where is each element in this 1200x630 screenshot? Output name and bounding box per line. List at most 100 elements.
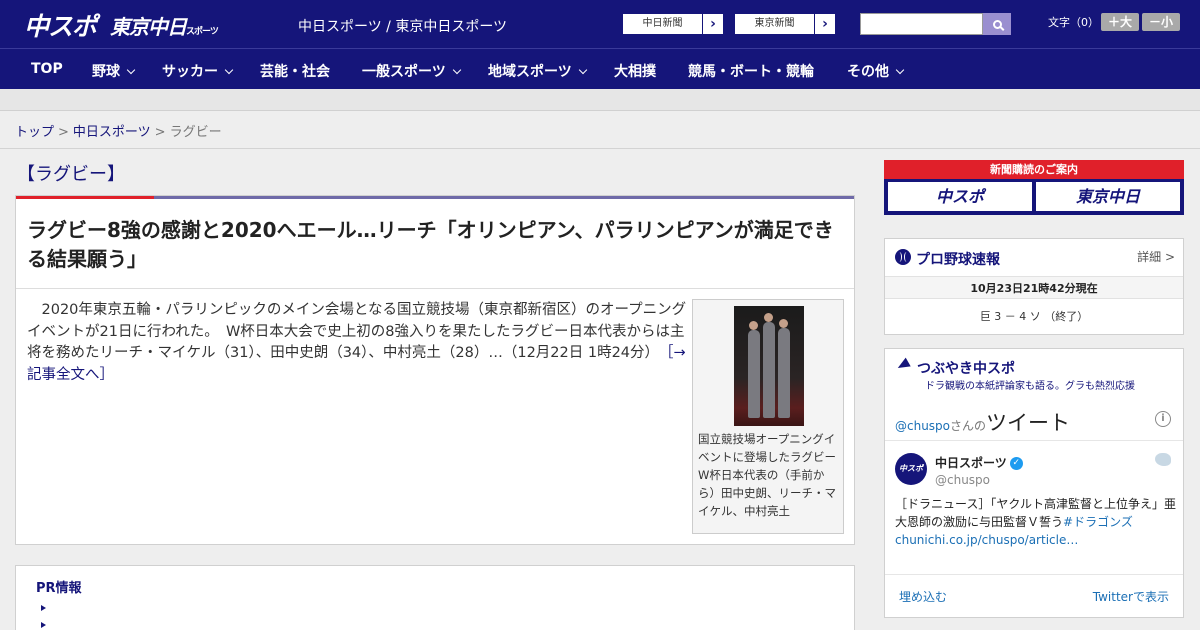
article-title: ラグビー8強の感謝と2020へエール…リーチ「オリンピアン、パラリンピアンが満足… (27, 218, 834, 271)
breadcrumb-separator: > (154, 125, 166, 140)
article-box: ラグビー8強の感謝と2020へエール…リーチ「オリンピアン、パラリンピアンが満足… (15, 195, 855, 545)
twitter-handle-link[interactable]: @chuspo (895, 419, 950, 433)
chunichi-shimbun-button[interactable]: 中日新聞 › (622, 13, 724, 35)
tokyo-shimbun-label: 東京新聞 (735, 14, 815, 34)
breadcrumb: トップ > 中日スポーツ > ラグビー (15, 121, 222, 140)
subscription-banner-title: 新聞購読のご案内 (884, 160, 1184, 179)
baseball-icon (895, 249, 911, 265)
embed-link[interactable]: 埋め込む (899, 588, 947, 605)
photo-box: 国立競技場オープニングイベントに登場したラグビーW杯日本代表の（手前から）田中史… (692, 299, 844, 534)
nav-label: サッカー (162, 64, 218, 80)
photo-figure (763, 313, 775, 418)
font-size-label: 文字（0） (1048, 16, 1099, 29)
photo-caption: 国立競技場オープニングイベントに登場したラグビーW杯日本代表の（手前から）田中史… (698, 432, 836, 518)
chevron-down-icon (224, 65, 234, 75)
tweet-hashtag[interactable]: #ドラゴンズ (1063, 515, 1133, 529)
font-smaller-button[interactable]: －小 (1142, 13, 1180, 31)
baseball-live-box: プロ野球速報 詳細 > 10月23日21時42分現在 巨 3 － 4 ソ （終了… (884, 238, 1184, 335)
chevron-down-icon (578, 65, 587, 75)
nav-label: TOP (31, 61, 63, 77)
verified-icon: ✓ (1009, 457, 1023, 470)
breadcrumb-chunichi-sports[interactable]: 中日スポーツ (73, 125, 151, 140)
baseball-heading: プロ野球速報 (916, 252, 1000, 268)
twitter-embed-header: @chuspoさんのツイート i (885, 399, 1183, 441)
chevron-right-icon: › (710, 16, 716, 32)
tweets-heading: つぶやき中スポ (917, 361, 1015, 377)
baseball-detail-link[interactable]: 詳細 > (1137, 248, 1175, 265)
baseball-update-time: 10月23日21時42分現在 (885, 276, 1183, 299)
breadcrumb-bar: トップ > 中日スポーツ > ラグビー (0, 111, 1200, 149)
site-header: 中スポ 東京中日スポーツ 中日スポーツ / 東京中日スポーツ 中日新聞 › 東京… (0, 0, 1200, 48)
nav-label: 芸能・社会 (260, 64, 330, 80)
font-bigger-button[interactable]: ＋大 (1101, 13, 1139, 31)
nav-label: 一般スポーツ (362, 64, 446, 80)
tokyo-logo-small: スポーツ (186, 27, 219, 37)
article-photo[interactable] (734, 306, 804, 426)
twitter-embed-footer: 埋め込む Twitterで表示 (885, 574, 1183, 616)
twitter-handle-suffix: さんの (950, 419, 987, 433)
tweets-box: つぶやき中スポ ドラ観戦の本紙評論家も語る。グラも熱烈応援 @chuspoさんの… (884, 348, 1184, 618)
tweet-author-name[interactable]: 中日スポーツ ✓ (935, 454, 1023, 471)
subscription-tokyo-chunichi[interactable]: 東京中日 (1036, 182, 1180, 211)
tweet-body: ［ドラニュース］「ヤクルト高津監督と上位争え」亜大恩師の激励に与田監督Ｖ誓う (895, 497, 1177, 529)
photo-figure (748, 321, 760, 418)
pr-bullet-icon (41, 605, 46, 611)
search-input[interactable] (860, 13, 983, 35)
tokyo-chunichi-logo[interactable]: 東京中日スポーツ (110, 11, 219, 40)
tweets-subheading: ドラ観戦の本紙評論家も語る。グラも熱烈応援 (925, 381, 1135, 392)
tweet-author-user[interactable]: @chuspo (935, 473, 990, 487)
twitter-bird-icon[interactable] (1155, 453, 1171, 466)
breadcrumb-top[interactable]: トップ (15, 125, 54, 140)
title-rule-accent (16, 196, 154, 199)
nav-item-racing[interactable]: 競馬・ボート・競輪 (688, 61, 814, 81)
tweet-text: ［ドラニュース］「ヤクルト高津監督と上位争え」亜大恩師の激励に与田監督Ｖ誓う#ド… (895, 495, 1180, 549)
chunichi-shimbun-label: 中日新聞 (623, 14, 703, 34)
pr-box: PR情報 (15, 565, 855, 630)
title-divider (16, 288, 854, 289)
baseball-score[interactable]: 巨 3 － 4 ソ （終了） (885, 308, 1183, 324)
nav-item-soccer[interactable]: サッカー (162, 61, 234, 81)
info-icon[interactable]: i (1155, 411, 1171, 427)
megaphone-icon (895, 357, 911, 373)
main-nav: TOP 野球 サッカー 芸能・社会 一般スポーツ 地域スポーツ 大相撲 競馬・ボ… (0, 48, 1200, 89)
nav-item-sumo[interactable]: 大相撲 (614, 61, 656, 81)
sub-bar (0, 89, 1200, 111)
chevron-down-icon (126, 65, 136, 75)
breadcrumb-current: ラグビー (169, 125, 222, 140)
twitter-tweet-word: ツイート (986, 411, 1071, 435)
pr-bullet-icon (41, 622, 46, 628)
chevron-down-icon (452, 65, 461, 75)
section-title: 【ラグビー】 (17, 164, 125, 185)
nav-item-regional-sports[interactable]: 地域スポーツ (488, 61, 587, 81)
article-body: 2020年東京五輪・パラリンピックのメイン会場となる国立競技場（東京都新宿区）の… (27, 300, 687, 386)
tokyo-shimbun-button[interactable]: 東京新聞 › (734, 13, 836, 35)
nav-item-top[interactable]: TOP (31, 61, 63, 77)
nav-label: 地域スポーツ (488, 64, 572, 80)
search-button[interactable] (983, 13, 1011, 35)
site-title: 中日スポーツ / 東京中日スポーツ (298, 19, 508, 35)
nav-label: 野球 (92, 64, 120, 80)
nav-label: 競馬・ボート・競輪 (688, 64, 814, 80)
avatar[interactable]: 中スポ (895, 453, 927, 485)
chevron-down-icon (895, 65, 905, 75)
nav-item-general-sports[interactable]: 一般スポーツ (362, 61, 461, 81)
photo-figure (778, 319, 790, 418)
chevron-right-icon: › (822, 16, 828, 32)
nav-item-entertainment[interactable]: 芸能・社会 (260, 61, 330, 81)
nav-item-other[interactable]: その他 (847, 61, 905, 81)
tweet-author-name-text: 中日スポーツ (935, 456, 1007, 470)
subscription-banner[interactable]: 新聞購読のご案内 中スポ 東京中日 (884, 160, 1184, 215)
search-icon (992, 19, 1002, 29)
pr-title: PR情報 (36, 581, 82, 596)
title-rule (16, 196, 854, 199)
nav-item-baseball[interactable]: 野球 (92, 61, 136, 81)
breadcrumb-separator: > (58, 125, 69, 140)
view-on-twitter-link[interactable]: Twitterで表示 (1093, 588, 1169, 605)
chuspo-logo[interactable]: 中スポ (24, 7, 97, 43)
tokyo-logo-text: 東京中日 (110, 15, 187, 39)
subscription-chuspo[interactable]: 中スポ (888, 182, 1032, 211)
twitter-handle-line: @chuspoさんのツイート (895, 407, 1070, 437)
nav-label: その他 (847, 64, 889, 80)
tweet-link[interactable]: chunichi.co.jp/chuspo/article… (895, 533, 1078, 547)
nav-label: 大相撲 (614, 64, 656, 80)
